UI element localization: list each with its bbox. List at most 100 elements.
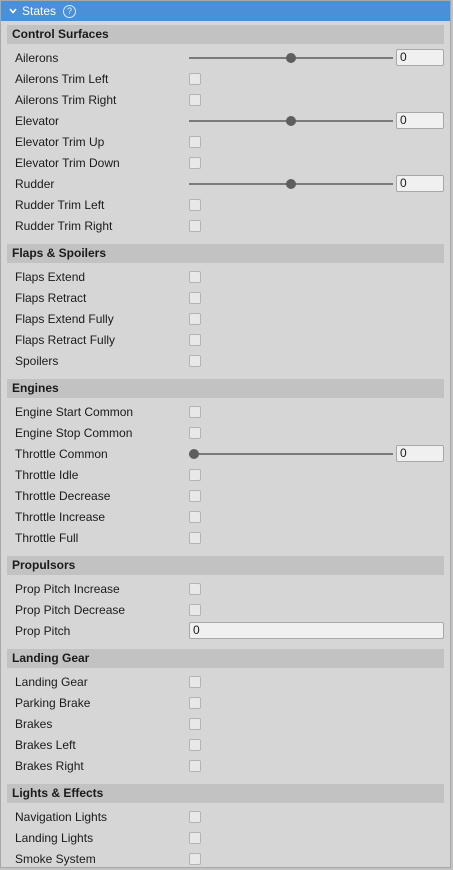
row-label: Ailerons [15,50,59,65]
row-brakes-right: Brakes Right [7,755,444,776]
row-label: Flaps Extend [15,269,86,284]
prop-pitch-increase-checkbox[interactable] [189,582,201,595]
spoilers-checkbox[interactable] [189,354,201,367]
elevator-trim-up-checkbox[interactable] [189,135,201,148]
elevator-slider[interactable] [189,114,393,128]
row-throttle-decrease: Throttle Decrease [7,485,444,506]
row-label: Flaps Retract [15,290,87,305]
row-label: Engine Stop Common [15,425,133,440]
row-throttle-full: Throttle Full [7,527,444,548]
flaps-extend-fully-checkbox[interactable] [189,312,201,325]
row-label: Navigation Lights [15,809,108,824]
row-elevator-trim-up: Elevator Trim Up [7,131,444,152]
row-engine-stop-common: Engine Stop Common [7,422,444,443]
flaps-retract-fully-checkbox[interactable] [189,333,201,346]
row-label: Parking Brake [15,695,91,710]
row-rudder: Rudder 0 [7,173,444,194]
row-ailerons-trim-left: Ailerons Trim Left [7,68,444,89]
row-ailerons-trim-right: Ailerons Trim Right [7,89,444,110]
ailerons-value-field[interactable]: 0 [396,49,444,66]
row-prop-pitch-increase: Prop Pitch Increase [7,578,444,599]
row-landing-gear: Landing Gear [7,671,444,692]
states-foldout-header[interactable]: States ? [1,1,450,21]
landing-gear-checkbox[interactable] [189,675,201,688]
throttle-increase-checkbox[interactable] [189,510,201,523]
landing-lights-checkbox[interactable] [189,831,201,844]
ailerons-slider[interactable] [189,51,393,65]
section-header: Landing Gear [7,649,444,668]
row-label: Flaps Retract Fully [15,332,116,347]
engine-start-common-checkbox[interactable] [189,405,201,418]
section-propulsors: Propulsors Prop Pitch Increase Prop Pitc… [7,556,444,641]
section-control-surfaces: Control Surfaces Ailerons 0 Ailerons Tri… [7,25,444,236]
section-header: Flaps & Spoilers [7,244,444,263]
row-throttle-idle: Throttle Idle [7,464,444,485]
section-header: Engines [7,379,444,398]
row-label: Elevator [15,113,60,128]
row-label: Ailerons Trim Left [15,71,109,86]
slider-thumb[interactable] [189,448,199,459]
row-navigation-lights: Navigation Lights [7,806,444,827]
row-flaps-retract: Flaps Retract [7,287,444,308]
throttle-common-slider[interactable] [189,447,393,461]
prop-pitch-field[interactable]: 0 [189,622,444,639]
section-landing-gear: Landing Gear Landing Gear Parking Brake … [7,649,444,776]
row-label: Throttle Increase [15,509,106,524]
row-label: Brakes Right [15,758,84,773]
row-label: Rudder Trim Right [15,218,113,233]
elevator-value-field[interactable]: 0 [396,112,444,129]
row-label: Throttle Full [15,530,79,545]
row-label: Throttle Decrease [15,488,111,503]
row-rudder-trim-left: Rudder Trim Left [7,194,444,215]
rudder-trim-right-checkbox[interactable] [189,219,201,232]
row-flaps-extend: Flaps Extend [7,266,444,287]
smoke-system-checkbox[interactable] [189,852,201,865]
brakes-left-checkbox[interactable] [189,738,201,751]
rudder-slider[interactable] [189,177,393,191]
chevron-down-icon[interactable] [7,5,19,17]
section-header: Control Surfaces [7,25,444,44]
flaps-extend-checkbox[interactable] [189,270,201,283]
row-label: Flaps Extend Fully [15,311,114,326]
panel-title: States [22,4,57,18]
navigation-lights-checkbox[interactable] [189,810,201,823]
throttle-idle-checkbox[interactable] [189,468,201,481]
brakes-checkbox[interactable] [189,717,201,730]
section-engines: Engines Engine Start Common Engine Stop … [7,379,444,548]
row-rudder-trim-right: Rudder Trim Right [7,215,444,236]
row-label: Rudder [15,176,55,191]
ailerons-trim-left-checkbox[interactable] [189,72,201,85]
slider-track [189,452,393,455]
row-label: Landing Gear [15,674,88,689]
row-brakes: Brakes [7,713,444,734]
row-spoilers: Spoilers [7,350,444,371]
rudder-trim-left-checkbox[interactable] [189,198,201,211]
rudder-value-field[interactable]: 0 [396,175,444,192]
parking-brake-checkbox[interactable] [189,696,201,709]
throttle-decrease-checkbox[interactable] [189,489,201,502]
help-icon[interactable]: ? [63,4,77,18]
ailerons-trim-right-checkbox[interactable] [189,93,201,106]
row-label: Engine Start Common [15,404,134,419]
row-label: Elevator Trim Up [15,134,105,149]
elevator-trim-down-checkbox[interactable] [189,156,201,169]
row-label: Spoilers [15,353,59,368]
row-label: Prop Pitch Decrease [15,602,126,617]
slider-thumb[interactable] [286,115,296,126]
throttle-common-value-field[interactable]: 0 [396,445,444,462]
row-flaps-retract-fully: Flaps Retract Fully [7,329,444,350]
row-label: Ailerons Trim Right [15,92,117,107]
row-brakes-left: Brakes Left [7,734,444,755]
row-landing-lights: Landing Lights [7,827,444,848]
engine-stop-common-checkbox[interactable] [189,426,201,439]
brakes-right-checkbox[interactable] [189,759,201,772]
throttle-full-checkbox[interactable] [189,531,201,544]
row-smoke-system: Smoke System [7,848,444,869]
slider-thumb[interactable] [286,52,296,63]
flaps-retract-checkbox[interactable] [189,291,201,304]
slider-thumb[interactable] [286,178,296,189]
row-throttle-common: Throttle Common 0 [7,443,444,464]
row-flaps-extend-fully: Flaps Extend Fully [7,308,444,329]
row-label: Prop Pitch Increase [15,581,120,596]
prop-pitch-decrease-checkbox[interactable] [189,603,201,616]
